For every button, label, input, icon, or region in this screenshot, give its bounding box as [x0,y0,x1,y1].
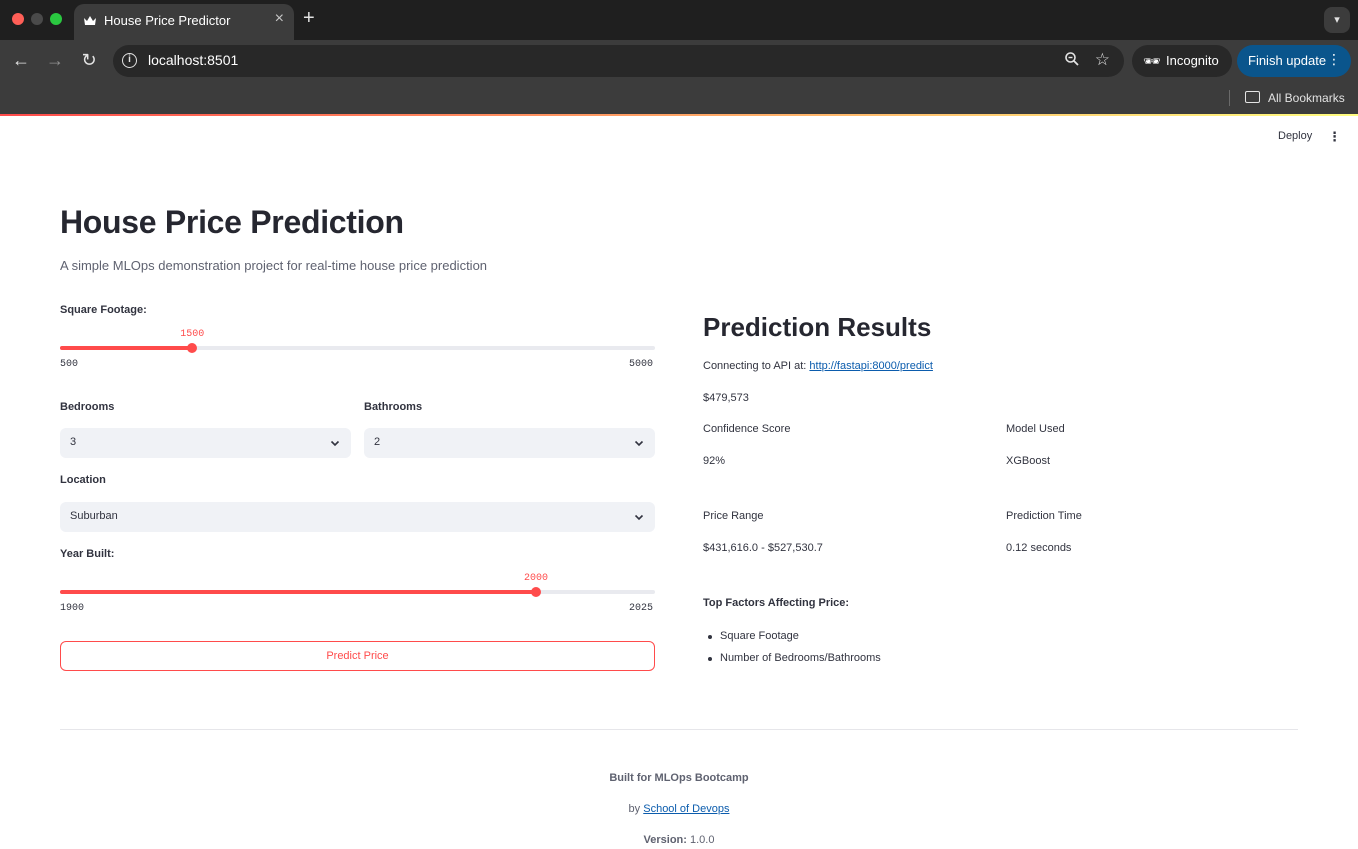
zoom-icon[interactable] [1064,51,1080,67]
square-footage-value: 1500 [180,329,205,340]
tab-title: House Price Predictor [104,13,231,28]
incognito-icon: 🕶 [1143,53,1161,69]
more-vert-icon[interactable]: ⋮ [1327,51,1341,68]
crown-icon [84,16,96,25]
year-built-slider[interactable] [60,587,655,597]
footer-built-for: Built for MLOps Bootcamp [609,772,749,784]
footer-by-prefix: by [628,803,644,815]
list-bullet [708,657,712,661]
year-built-max: 2025 [629,603,654,614]
site-info-icon[interactable]: i [122,53,137,68]
page-title: House Price Prediction [60,204,404,240]
factor-item: Square Footage [720,630,799,642]
bedrooms-select[interactable]: 3 [60,428,351,458]
maximize-window-button[interactable] [50,13,62,25]
location-select[interactable]: Suburban [60,502,655,532]
minimize-window-button[interactable] [31,13,43,25]
square-footage-max: 5000 [629,359,654,370]
chevron-down-icon [634,440,644,447]
back-arrow-icon[interactable]: ← [10,50,32,71]
price-range-value: $431,616.0 - $527,530.7 [703,542,823,554]
app-top-decoration [0,114,1358,116]
confidence-score-label: Confidence Score [703,423,791,435]
incognito-label: Incognito [1166,53,1219,68]
bedrooms-label: Bedrooms [60,401,115,413]
price-range-label: Price Range [703,510,764,522]
folder-icon[interactable] [1245,91,1260,103]
school-of-devops-link[interactable]: School of Devops [643,803,729,815]
bookmarks-bar: All Bookmarks [0,82,1358,114]
bedrooms-value: 3 [70,436,77,448]
confidence-score-value: 92% [703,455,726,467]
forward-arrow-icon[interactable]: → [44,50,66,71]
reload-icon[interactable]: ↻ [78,50,100,71]
location-label: Location [60,474,106,486]
square-footage-min: 500 [60,359,79,370]
year-built-slider-thumb[interactable] [531,587,541,597]
tab-search-chevron-icon[interactable]: ▾ [1324,7,1350,33]
page-subtitle: A simple MLOps demonstration project for… [60,258,488,273]
year-built-label: Year Built: [60,548,115,560]
bathrooms-value: 2 [374,436,381,448]
close-tab-icon[interactable]: × [275,10,284,28]
results-title: Prediction Results [703,312,932,342]
main-menu-icon[interactable]: ⋮ [1328,129,1341,145]
year-built-value: 2000 [523,573,549,584]
browser-toolbar: ← → ↻ i localhost:8501 ☆ 🕶 Incognito Fin… [0,40,1358,82]
footer-divider [60,729,1298,730]
deploy-button[interactable]: Deploy [1278,130,1312,142]
browser-tab-bar: House Price Predictor × + ▾ [0,0,1358,40]
predicted-price: $479,573 [703,392,749,404]
chevron-down-icon [634,514,644,521]
location-value: Suburban [70,510,118,522]
version-label: Version: [643,834,687,846]
finish-update-label: Finish update [1248,53,1327,68]
model-used-label: Model Used [1006,423,1065,435]
square-footage-label: Square Footage: [60,304,147,316]
footer-version: Version: 1.0.0 [0,834,1358,846]
square-footage-slider[interactable] [60,343,655,353]
new-tab-button[interactable]: + [303,7,315,30]
list-bullet [708,635,712,639]
api-connection-text: Connecting to API at: http://fastapi:800… [703,360,933,372]
year-built-min: 1900 [60,603,85,614]
finish-update-button[interactable]: Finish update ⋮ [1237,45,1351,77]
square-footage-slider-thumb[interactable] [187,343,198,353]
close-window-button[interactable] [12,13,24,25]
bathrooms-label: Bathrooms [364,401,423,413]
year-built-slider-fill [60,590,536,594]
top-factors-title: Top Factors Affecting Price: [703,597,850,609]
bookmark-star-icon[interactable]: ☆ [1095,50,1110,70]
bookmarks-divider [1229,90,1230,106]
factor-item: Number of Bedrooms/Bathrooms [720,652,881,664]
url-text[interactable]: localhost:8501 [148,52,238,68]
chevron-down-icon [330,440,340,447]
prediction-time-label: Prediction Time [1006,510,1082,522]
footer-by-line: by School of Devops [0,803,1358,815]
predict-price-label: Predict Price [326,650,389,662]
all-bookmarks-link[interactable]: All Bookmarks [1268,91,1345,105]
address-bar[interactable]: i localhost:8501 ☆ [113,45,1124,77]
bathrooms-select[interactable]: 2 [364,428,655,458]
api-prefix: Connecting to API at: [703,360,810,372]
predict-price-button[interactable]: Predict Price [60,641,655,671]
prediction-time-value: 0.12 seconds [1006,542,1072,554]
square-footage-slider-fill [60,346,193,350]
browser-tab[interactable]: House Price Predictor × [74,4,294,40]
version-value: 1.0.0 [686,834,715,846]
api-url-link[interactable]: http://fastapi:8000/predict [809,360,933,372]
incognito-indicator[interactable]: 🕶 Incognito [1132,45,1232,77]
model-used-value: XGBoost [1006,455,1051,467]
